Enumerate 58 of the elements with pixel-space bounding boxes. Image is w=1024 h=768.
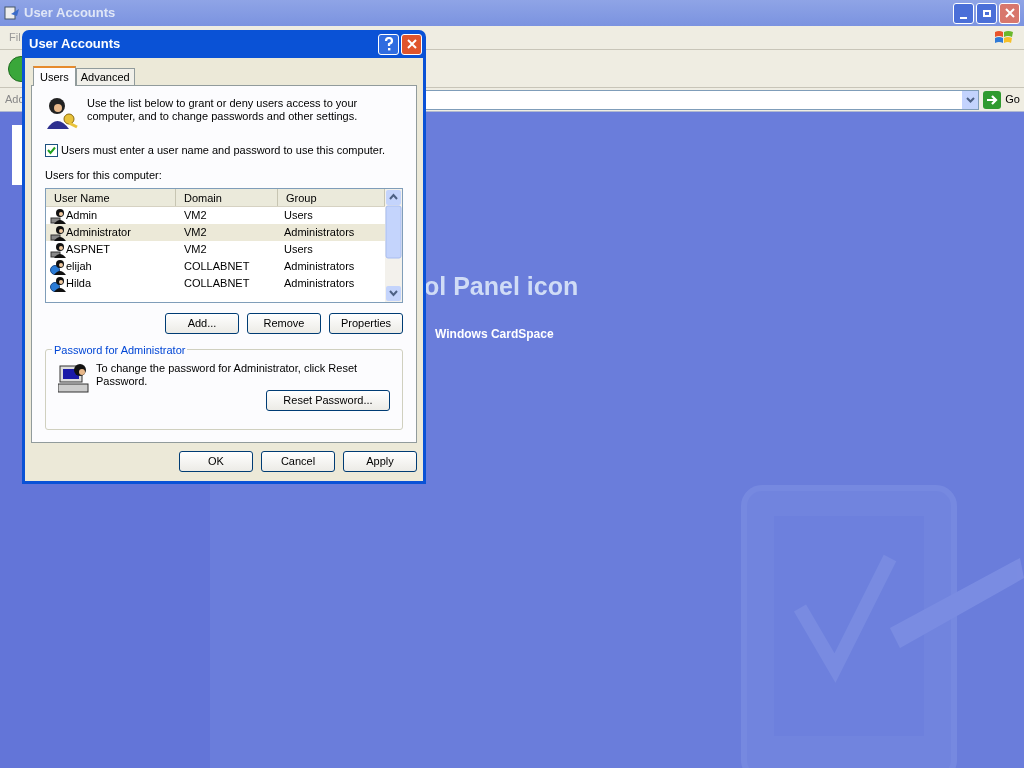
globe-user-icon — [50, 258, 66, 275]
minimize-button[interactable] — [953, 2, 974, 24]
column-header[interactable]: User Name — [46, 189, 176, 206]
add-button[interactable]: Add... — [165, 313, 239, 334]
table-cell: Administrators — [284, 277, 355, 290]
side-card — [12, 125, 22, 185]
page-heading: ol Panel icon — [424, 271, 579, 302]
checkbox-label: Users must enter a user name and password to use this computer. — [61, 143, 386, 158]
user-icon — [50, 207, 66, 224]
table-cell-text: Hilda — [66, 276, 92, 292]
column-header[interactable]: Domain — [176, 189, 278, 206]
user-icon — [50, 241, 66, 258]
apply-button[interactable]: Apply — [343, 451, 417, 472]
remove-button[interactable]: Remove — [247, 313, 321, 334]
table-cell-text: Administrator — [66, 225, 131, 241]
properties-button[interactable]: Properties — [329, 313, 403, 334]
globe-user-icon — [50, 275, 66, 292]
go-button[interactable]: Go — [979, 90, 1024, 109]
table-cell: Users — [284, 209, 313, 222]
computer-user-icon — [58, 362, 90, 394]
table-cell-text: ASPNET — [66, 242, 110, 258]
table-cell: VM2 — [184, 243, 207, 256]
tab[interactable]: Users — [33, 66, 76, 86]
close-button[interactable] — [401, 33, 422, 55]
close-icon — [406, 39, 417, 49]
user-row[interactable]: ASPNET VM2 Users — [46, 241, 385, 258]
window-title: User Accounts — [24, 4, 116, 23]
password-text: To change the password for Administrator, click Reset Password. — [96, 362, 359, 389]
table-cell: Users — [284, 243, 313, 256]
reset-password-button[interactable]: Reset Password... — [266, 390, 390, 411]
ok-button[interactable]: OK — [179, 451, 253, 472]
table-cell: Administrators — [284, 260, 355, 273]
table-cell: VM2 — [184, 209, 207, 222]
table-cell: COLLABNET — [184, 260, 250, 273]
users-key-icon — [45, 97, 79, 129]
table-cell: VM2 — [184, 226, 207, 239]
close-icon — [1004, 8, 1015, 18]
table-cell-text: elijah — [66, 259, 92, 275]
close-button[interactable] — [999, 2, 1020, 24]
tab[interactable]: Advanced — [75, 68, 135, 85]
list-label: Users for this computer: — [45, 167, 163, 183]
cancel-button[interactable]: Cancel — [261, 451, 335, 472]
login-checkbox[interactable] — [45, 143, 58, 157]
table-cell: Administrators — [284, 226, 355, 239]
table-cell-text: Admin — [66, 208, 98, 224]
user-row[interactable]: elijah COLLABNET Administrators — [46, 258, 385, 275]
user-icon — [50, 224, 66, 241]
help-icon — [383, 37, 394, 51]
user-row[interactable]: Admin VM2 Users — [46, 207, 385, 224]
restore-button[interactable] — [976, 2, 997, 24]
user-row[interactable]: Administrator VM2 Administrators — [46, 224, 385, 241]
table-cell: COLLABNET — [184, 277, 250, 290]
help-button[interactable] — [378, 33, 399, 55]
app-icon — [4, 5, 20, 21]
user-row[interactable]: Hilda COLLABNET Administrators — [46, 275, 385, 292]
intro-text: Use the list below to grant or deny users access to your computer, and to change passwords and other settings. — [87, 97, 359, 124]
cardspace-link[interactable]: Windows CardSpace — [435, 325, 554, 343]
dialog-title: User Accounts — [29, 35, 121, 54]
